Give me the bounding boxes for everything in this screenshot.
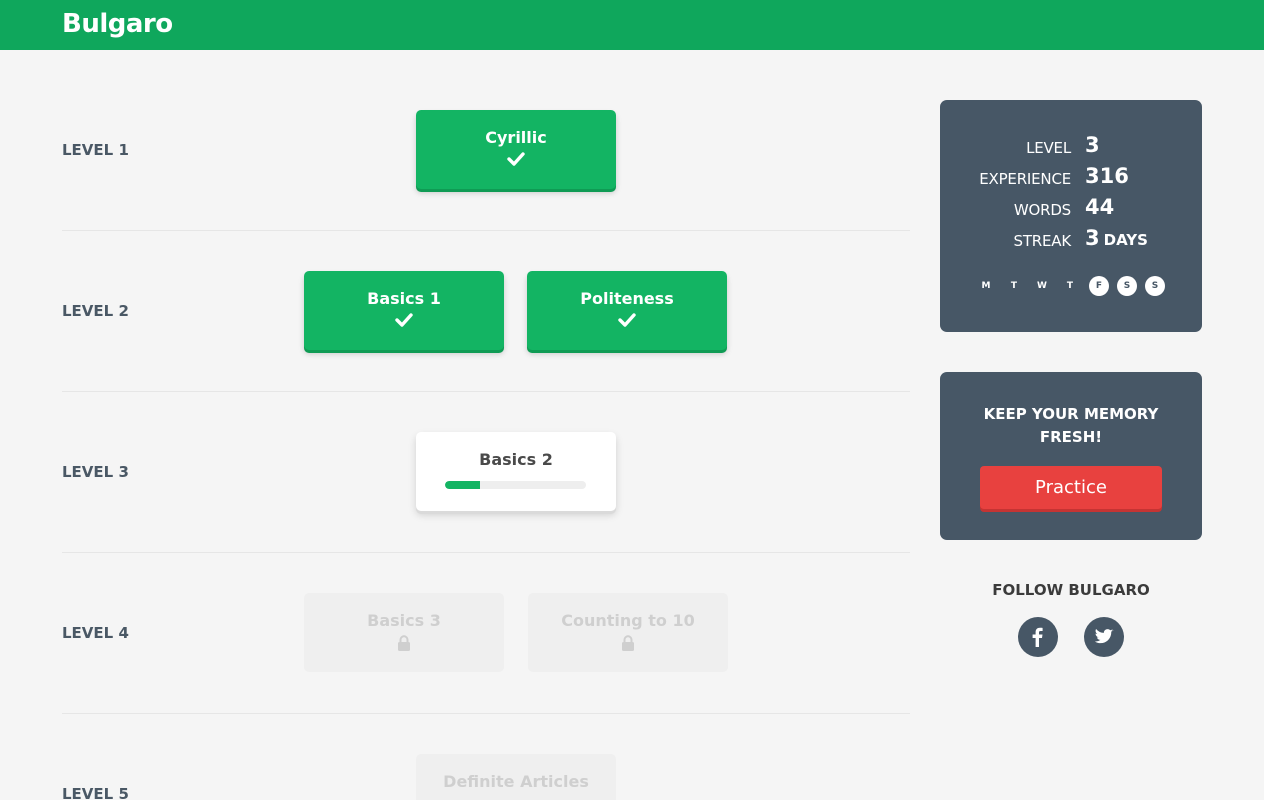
skill-counting-to-10: Counting to 10 [528, 593, 728, 672]
lock-icon [622, 635, 634, 651]
follow-title: FOLLOW BULGARO [992, 581, 1150, 599]
skill-name: Basics 3 [367, 611, 441, 630]
lock-icon [398, 635, 410, 651]
skill-politeness[interactable]: Politeness [527, 271, 727, 350]
level-label: LEVEL 5 [62, 785, 129, 800]
twitter-link[interactable] [1084, 617, 1124, 657]
stat-label: STREAK [1013, 232, 1072, 250]
skill-name: Counting to 10 [561, 611, 695, 630]
skill-basics-3: Basics 3 [304, 593, 504, 672]
logo[interactable]: Bulgaro [62, 8, 173, 40]
stat-streak: STREAK 3 DAYS [940, 226, 1202, 254]
progress-bar [445, 481, 586, 489]
skill-basics-2[interactable]: Basics 2 [416, 432, 616, 511]
streak-unit: DAYS [1103, 231, 1148, 249]
facebook-link[interactable] [1018, 617, 1058, 657]
stat-value: 3 [1085, 133, 1100, 157]
stat-value: 3 DAYS [1085, 226, 1148, 250]
stat-experience: EXPERIENCE 316 [940, 164, 1202, 192]
level-row-2: LEVEL 2 Basics 1 Politeness [62, 231, 910, 392]
day-mon: M [981, 281, 991, 291]
level-label: LEVEL 1 [62, 141, 129, 159]
skill-cyrillic[interactable]: Cyrillic [416, 110, 616, 189]
stat-level: LEVEL 3 [940, 133, 1202, 161]
skill-definite-articles: Definite Articles [416, 754, 616, 800]
top-bar: Bulgaro [0, 0, 1264, 50]
level-row-4: LEVEL 4 Basics 3 Counting to 10 [62, 553, 910, 714]
check-icon [618, 313, 636, 327]
streak-count: 3 [1085, 226, 1100, 250]
level-row-1: LEVEL 1 Cyrillic [62, 70, 910, 231]
day-tue: T [1010, 281, 1018, 291]
skill-name: Definite Articles [443, 772, 589, 791]
progress-fill [445, 481, 481, 489]
stats-panel: LEVEL 3 EXPERIENCE 316 WORDS 44 STREAK 3… [940, 100, 1202, 332]
level-row-3: LEVEL 3 Basics 2 [62, 392, 910, 553]
stat-value: 44 [1085, 195, 1115, 219]
check-icon [395, 313, 413, 327]
level-row-5: LEVEL 5 Definite Articles [62, 714, 910, 800]
twitter-icon [1094, 629, 1114, 644]
stat-words: WORDS 44 [940, 195, 1202, 223]
day-sun: S [1145, 276, 1165, 296]
stat-value: 316 [1085, 164, 1129, 188]
stat-label: EXPERIENCE [979, 170, 1071, 188]
skill-name: Cyrillic [485, 128, 547, 147]
level-label: LEVEL 4 [62, 624, 129, 642]
memory-title: KEEP YOUR MEMORY FRESH! [983, 405, 1159, 446]
check-icon [507, 152, 525, 166]
level-label: LEVEL 2 [62, 302, 129, 320]
skill-name: Basics 2 [479, 450, 553, 469]
level-label: LEVEL 3 [62, 463, 129, 481]
facebook-icon [1032, 627, 1043, 647]
practice-button[interactable]: Practice [980, 466, 1162, 509]
day-thu: T [1066, 281, 1074, 291]
day-fri: F [1089, 276, 1109, 296]
stat-label: LEVEL [1026, 139, 1071, 157]
skill-name: Politeness [580, 289, 674, 308]
skill-name: Basics 1 [367, 289, 441, 308]
skill-basics-1[interactable]: Basics 1 [304, 271, 504, 350]
memory-panel: KEEP YOUR MEMORY FRESH! Practice [940, 372, 1202, 540]
stat-label: WORDS [1013, 201, 1071, 219]
day-wed: W [1037, 281, 1047, 291]
day-sat: S [1117, 276, 1137, 296]
